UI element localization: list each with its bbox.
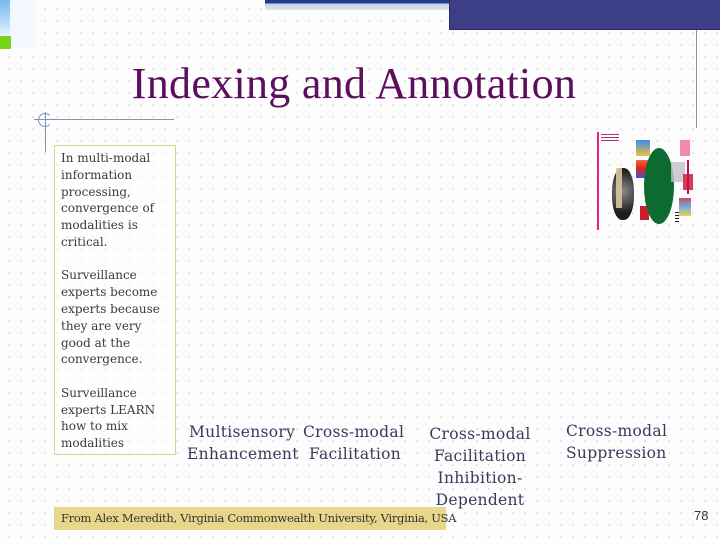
slide-number: 78 (694, 508, 709, 523)
figure-tile (680, 140, 690, 156)
label-line: Cross-modal (429, 425, 531, 443)
top-banner-bar (449, 0, 720, 30)
sidebar-paragraph: In multi-modal information processing, c… (61, 151, 155, 249)
figure-scale (675, 212, 679, 224)
title-underline (34, 119, 174, 120)
label-line: Cross-modal (566, 422, 668, 440)
label-multisensory-enhancement: Multisensory Enhancement (187, 421, 299, 465)
figure-marker (687, 160, 689, 194)
brain-highlight (616, 168, 622, 208)
top-strip-decoration (265, 0, 455, 10)
figure-title-text (601, 134, 619, 142)
sidebar-text-box: In multi-modal information processing, c… (54, 145, 176, 455)
label-line: Facilitation (309, 445, 402, 463)
brain-multisensory-figure (597, 132, 693, 230)
light-beam-decoration (0, 0, 10, 36)
crosshair-circle-icon (38, 113, 52, 127)
source-credit: From Alex Meredith, Virginia Commonwealt… (54, 507, 457, 530)
corner-decoration (0, 0, 36, 49)
label-line: Enhancement (187, 445, 299, 463)
label-line: Inhibition- (437, 469, 523, 487)
green-ellipse-overlay (644, 148, 674, 224)
figure-tile (636, 140, 650, 156)
sidebar-paragraph: Surveillance experts become experts beca… (61, 268, 160, 367)
green-square-decoration (0, 36, 11, 49)
label-line: Facilitation (433, 447, 527, 465)
label-cross-modal-facilitation: Cross-modal Facilitation (303, 421, 404, 465)
label-line: Multisensory (189, 423, 296, 441)
slide-title: Indexing and Annotation (0, 58, 720, 109)
label-cross-modal-facilitation-inhibition-dependent: Cross-modal Facilitation Inhibition- Dep… (427, 423, 533, 511)
figure-tile (679, 198, 691, 216)
label-line: Suppression (566, 444, 667, 462)
label-line: Cross-modal (303, 423, 405, 441)
figure-left-bar (597, 132, 599, 230)
slide-title-text: Indexing and Annotation (131, 59, 577, 108)
sidebar-paragraph: Surveillance experts LEARN how to mix mo… (61, 385, 156, 451)
label-cross-modal-suppression: Cross-modal Suppression (566, 420, 667, 464)
